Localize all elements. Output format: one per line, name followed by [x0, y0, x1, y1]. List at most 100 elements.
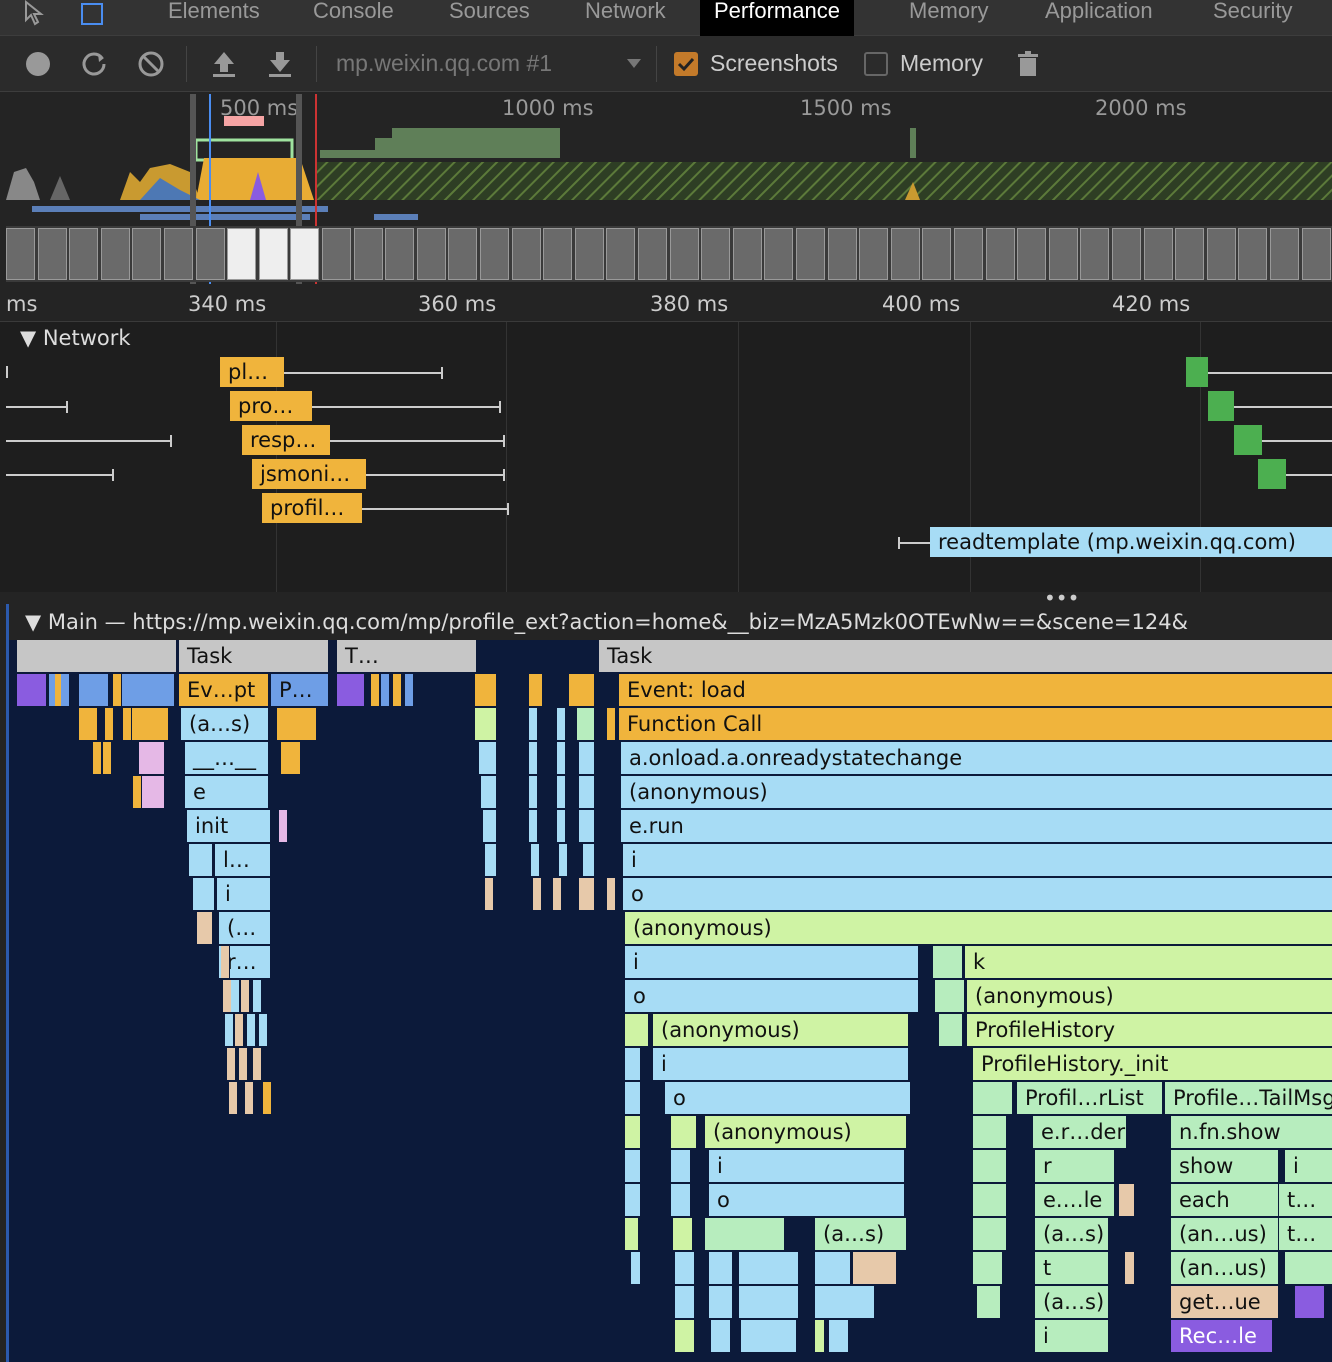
flame-chart[interactable]: Task T… Task Ev…pt P… Event: load (a…s) Functio… [9, 640, 1332, 1362]
flame-block[interactable] [531, 844, 540, 876]
screenshot-thumbnail[interactable] [606, 228, 636, 280]
flame-block[interactable] [625, 1082, 641, 1114]
flame-block[interactable] [221, 946, 230, 978]
flame-block-init[interactable]: init [187, 810, 271, 842]
flame-block-as4[interactable]: (a…s) [1035, 1286, 1109, 1318]
screenshot-thumbnail[interactable] [1112, 228, 1141, 280]
network-request[interactable]: pro… [230, 391, 312, 421]
flame-block[interactable] [853, 1252, 897, 1284]
flame-block[interactable] [529, 776, 538, 808]
flame-block[interactable] [671, 1150, 691, 1182]
flame-block[interactable] [973, 1252, 1003, 1284]
flame-block[interactable] [579, 810, 595, 842]
flame-block[interactable] [631, 1252, 641, 1284]
flame-block[interactable] [671, 1184, 691, 1216]
screenshot-thumbnail[interactable] [890, 228, 920, 280]
flame-block[interactable] [123, 708, 132, 740]
flame-block[interactable] [235, 1014, 244, 1046]
flame-block-i3[interactable]: i [625, 946, 919, 978]
flame-block[interactable] [79, 674, 109, 706]
flame-block[interactable] [625, 1048, 641, 1080]
main-track-header[interactable]: ▼ Main — https://mp.weixin.qq.com/mp/pro… [9, 604, 1332, 640]
flame-block[interactable] [533, 878, 542, 910]
flame-block[interactable] [1295, 1286, 1325, 1318]
flame-block[interactable] [485, 844, 497, 876]
flame-block[interactable] [17, 640, 177, 672]
flame-block-l-dots[interactable]: l… [215, 844, 271, 876]
flame-block[interactable] [673, 1218, 693, 1250]
flame-block-task-b[interactable]: T… [337, 640, 477, 672]
flame-block[interactable] [193, 878, 215, 910]
network-request[interactable] [1186, 357, 1208, 387]
flame-block[interactable] [973, 1218, 1007, 1250]
flame-block-p-dots[interactable]: P… [271, 674, 329, 706]
flame-block[interactable] [529, 708, 538, 740]
flame-block[interactable] [133, 776, 142, 808]
screenshot-thumbnail[interactable] [764, 228, 794, 280]
flame-block-onload[interactable]: a.onload.a.onreadystatechange [621, 742, 1332, 774]
screenshot-thumbnail[interactable] [227, 228, 257, 280]
flame-block-nfnshow[interactable]: n.fn.show [1171, 1116, 1332, 1148]
flame-block[interactable] [973, 1116, 1007, 1148]
screenshot-thumbnail[interactable] [37, 228, 67, 280]
flame-block-o3[interactable]: o [665, 1082, 911, 1114]
flame-block-anus1[interactable]: (an…us) [1171, 1218, 1279, 1250]
flame-block[interactable] [405, 674, 414, 706]
record-icon[interactable] [24, 50, 52, 78]
screenshot-thumbnail[interactable] [6, 228, 35, 280]
flame-block-t-dots2[interactable]: t… [1279, 1218, 1332, 1250]
flame-block[interactable] [625, 1014, 649, 1046]
tab-performance[interactable]: Performance [700, 0, 854, 36]
network-request[interactable] [1234, 425, 1262, 455]
flame-block[interactable] [579, 742, 595, 774]
flame-block[interactable] [977, 1286, 1001, 1318]
flame-block-ev-pt[interactable]: Ev…pt [179, 674, 269, 706]
screenshot-thumbnail[interactable] [164, 228, 193, 280]
flame-block-ph-init[interactable]: ProfileHistory._init [973, 1048, 1332, 1080]
flame-block[interactable] [105, 708, 114, 740]
network-track-title[interactable]: ▼ Network [20, 326, 131, 350]
screenshot-thumbnail[interactable] [827, 228, 857, 280]
flame-block[interactable] [739, 1252, 799, 1284]
flame-block-profil-rlist[interactable]: Profil…rList [1017, 1082, 1163, 1114]
screenshot-thumbnail[interactable] [1270, 228, 1299, 280]
flame-block[interactable] [1285, 1252, 1332, 1284]
flame-block-as1[interactable]: (a…s) [181, 708, 269, 740]
flame-block-ele[interactable]: e.…le [1035, 1184, 1115, 1216]
flame-block[interactable] [371, 674, 380, 706]
flame-block-i1[interactable]: i [623, 844, 1332, 876]
screenshot-thumbnail[interactable] [353, 228, 383, 280]
flame-block[interactable] [279, 810, 288, 842]
flame-block[interactable] [239, 1048, 248, 1080]
flame-block[interactable] [89, 708, 98, 740]
screenshot-thumbnail[interactable] [1017, 228, 1047, 280]
flame-block[interactable] [529, 810, 538, 842]
tab-elements[interactable]: Elements [154, 0, 274, 36]
flame-block-event-load[interactable]: Event: load [619, 674, 1332, 706]
flame-block[interactable] [939, 1014, 963, 1046]
flame-block[interactable] [189, 844, 213, 876]
flame-block-o4[interactable]: o [709, 1184, 905, 1216]
flame-block[interactable] [1119, 1184, 1135, 1216]
flame-block[interactable] [485, 878, 494, 910]
flame-block[interactable] [481, 776, 497, 808]
collapse-triangle-icon[interactable]: ▼ [25, 610, 48, 634]
flame-block-i7[interactable]: i [1035, 1320, 1109, 1352]
network-request[interactable] [1258, 459, 1286, 489]
flame-block-anon2[interactable]: (anonymous) [625, 912, 1332, 944]
flame-block-paren[interactable]: (… [219, 912, 271, 944]
inspect-element-icon[interactable] [22, 0, 52, 30]
flame-block[interactable] [259, 1014, 268, 1046]
screenshot-thumbnail[interactable] [1143, 228, 1173, 280]
flame-block-erun[interactable]: e.run [621, 810, 1332, 842]
flame-block[interactable] [277, 708, 317, 740]
flame-block-as3[interactable]: (a…s) [1035, 1218, 1109, 1250]
flame-block[interactable] [709, 1286, 733, 1318]
flame-block[interactable] [263, 1082, 272, 1114]
flame-block-recle[interactable]: Rec…le [1171, 1320, 1273, 1352]
flame-block[interactable] [625, 1184, 641, 1216]
flame-block[interactable] [625, 1150, 641, 1182]
timeline-overview[interactable]: 500 ms 1000 ms 1500 ms 2000 ms [0, 92, 1332, 286]
flame-block[interactable] [739, 1286, 799, 1318]
tab-security[interactable]: Security [1199, 0, 1306, 36]
